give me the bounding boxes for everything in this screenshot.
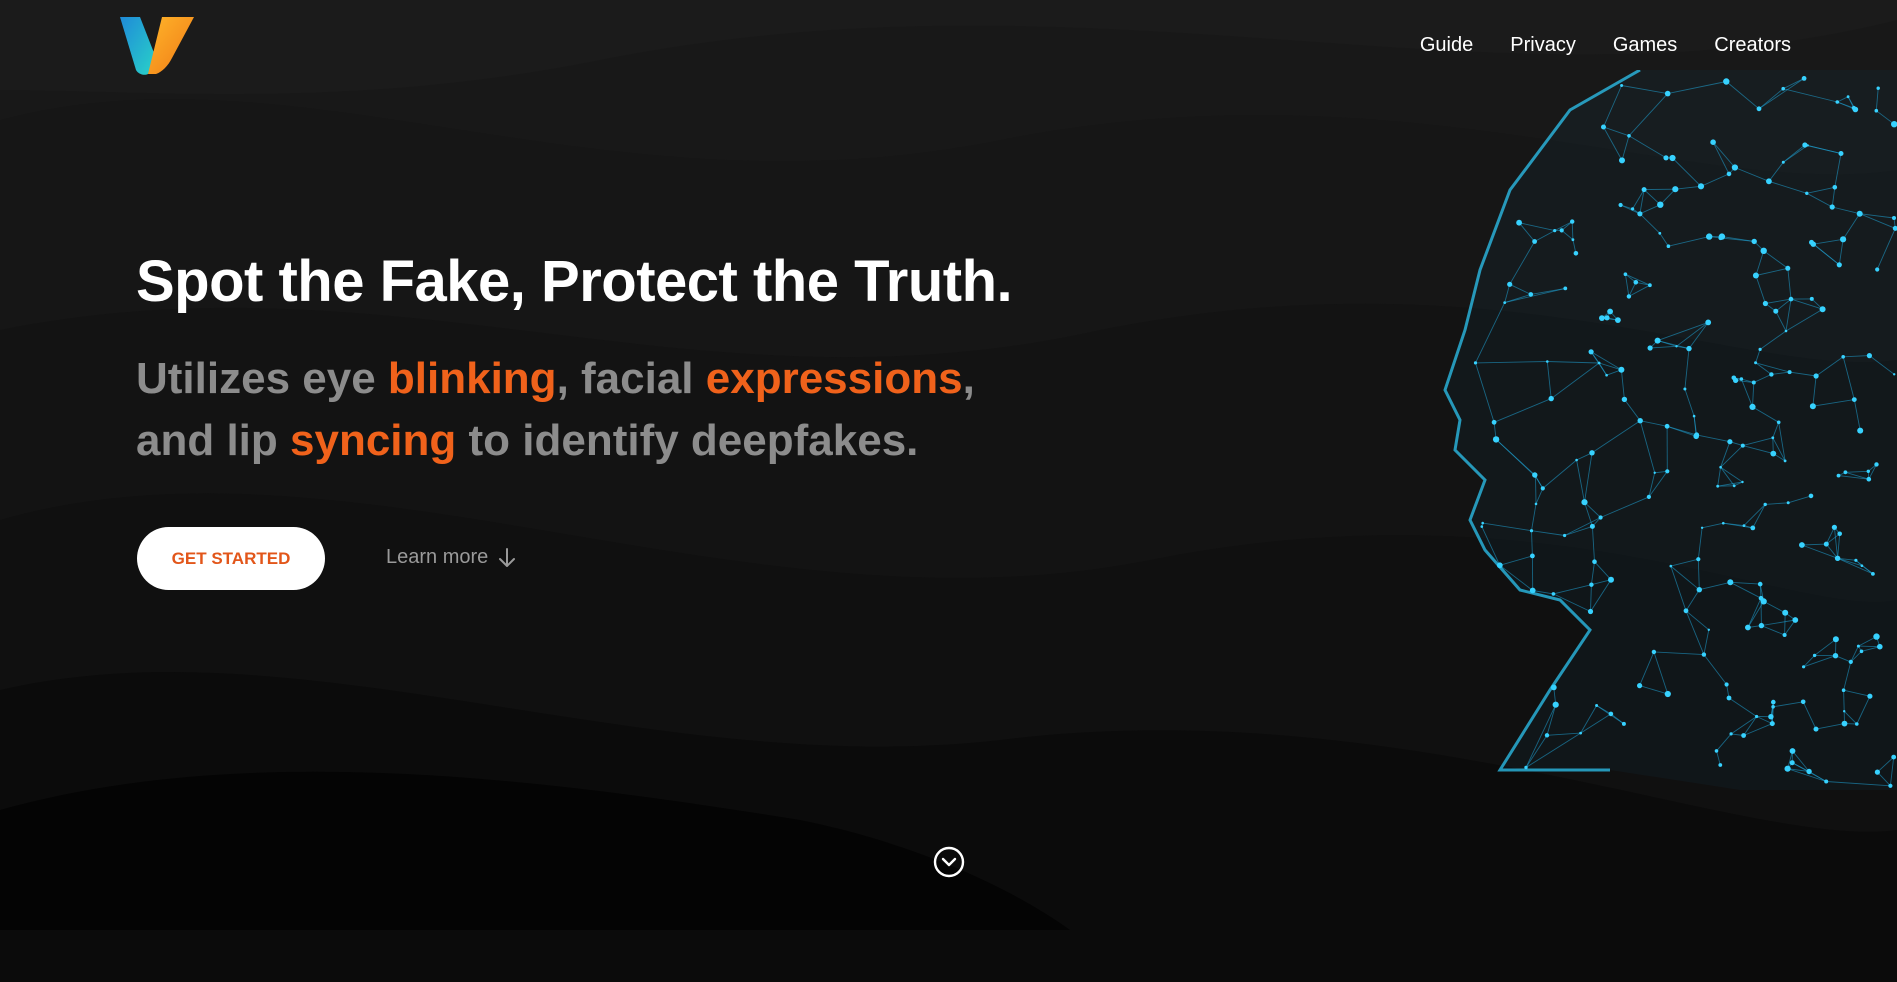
- subline-highlight-expressions: expressions: [705, 354, 963, 403]
- subline-text: Utilizes eye: [136, 354, 388, 403]
- nav-creators[interactable]: Creators: [1714, 34, 1791, 57]
- subline-highlight-syncing: syncing: [290, 416, 457, 465]
- subline-text: to identify deepfakes.: [456, 416, 919, 465]
- nav-games[interactable]: Games: [1613, 34, 1677, 57]
- nav-privacy[interactable]: Privacy: [1510, 34, 1576, 57]
- arrow-down-icon: [499, 547, 516, 567]
- subline-highlight-blinking: blinking: [387, 354, 557, 403]
- top-nav: Guide Privacy Games Creators: [1420, 34, 1791, 57]
- nav-guide[interactable]: Guide: [1420, 34, 1473, 57]
- get-started-button[interactable]: GET STARTED: [137, 527, 325, 590]
- hero-headline: Spot the Fake, Protect the Truth.: [136, 249, 1013, 314]
- hero-subline: Utilizes eye blinking, facial expression…: [136, 348, 975, 472]
- hero-section: Guide Privacy Games Creators Spot the Fa…: [0, 0, 1897, 930]
- v-logo-icon[interactable]: [118, 14, 196, 76]
- learn-more-link[interactable]: Learn more: [386, 546, 516, 569]
- subline-text: and lip: [136, 416, 290, 465]
- chevron-down-circle-icon[interactable]: [933, 846, 965, 878]
- subline-text: ,: [962, 354, 975, 403]
- learn-more-label: Learn more: [386, 546, 489, 568]
- subline-text: , facial: [556, 354, 706, 403]
- page-bottom-band: [0, 930, 1897, 982]
- wireframe-face-illustration: [1443, 70, 1897, 790]
